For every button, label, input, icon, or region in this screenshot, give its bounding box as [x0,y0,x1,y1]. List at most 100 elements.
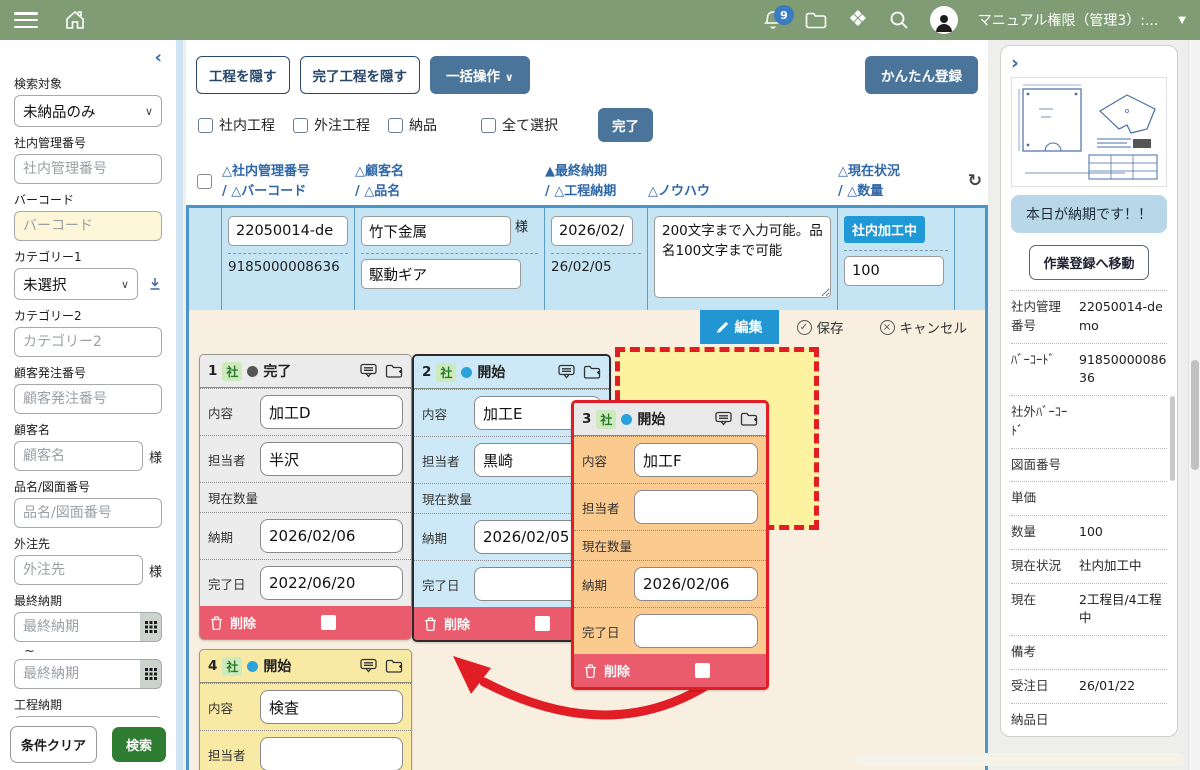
panel-collapse-icon[interactable]: › [1011,52,1019,74]
card-delete-checkbox[interactable] [321,615,336,630]
user-menu-caret-icon[interactable]: ▼ [1178,15,1186,26]
card-due-input[interactable] [260,519,403,553]
process-card-1[interactable]: 1 社 完了 内容 担当者 [199,354,412,640]
go-to-work-register-button[interactable]: 作業登録へ移動 [1029,245,1148,280]
column-header-status[interactable]: △現在状況/ △数量 [838,162,955,201]
final-due-to-input[interactable] [14,659,140,689]
card-staff-input[interactable] [260,442,403,476]
internal-no-label: 社内管理番号 [14,134,162,151]
card-content-input[interactable] [260,690,403,724]
order-detail-panel: › 本日が納期です！！ 作業登録へ移動 [1000,45,1178,737]
card-staff-input[interactable] [634,490,758,524]
outsource-label: 外注先 [14,535,162,552]
easy-register-button[interactable]: かんたん登録 [865,56,978,94]
folder-plus-icon[interactable] [583,364,601,380]
cancel-button[interactable]: × キャンセル [862,310,986,344]
row-action-strip: 編集 ✓ 保存 × キャンセル [189,310,985,344]
edit-knowhow-textarea[interactable]: 200文字まで入力可能。品名100文字まで可能 [654,216,831,298]
category1-select[interactable]: 未選択 ∨ [14,268,138,300]
bulk-action-button[interactable]: 一括操作 ∨ [430,56,530,94]
clear-conditions-button[interactable]: 条件クリア [10,726,97,763]
folder-plus-icon[interactable] [740,411,758,427]
notifications-bell-icon[interactable]: 9 [762,9,784,31]
internal-no-input[interactable] [14,154,162,184]
column-header-customer[interactable]: △顧客名/ △品名 [355,162,545,201]
edit-internal-no-input[interactable] [228,216,348,246]
table-header: △社内管理番号/ △バーコード △顧客名/ △品名 ▲最終納期/ △工程納期 △… [186,156,988,205]
chevron-down-icon: ∨ [145,105,153,118]
card-done-date-input[interactable] [260,566,403,600]
calendar-icon[interactable] [140,659,162,689]
page-scrollbar[interactable] [1188,40,1200,770]
search-icon[interactable] [888,9,910,31]
hide-process-button[interactable]: 工程を隠す [196,56,290,94]
edit-customer-input[interactable] [361,216,511,246]
filter-outsourced-checkbox[interactable]: 外注工程 [293,115,370,135]
card-due-input[interactable] [634,567,758,601]
drawing-thumbnail[interactable] [1011,77,1167,187]
detail-row-barcode: ﾊﾞｰｺｰﾄﾞ9185000008636 [1011,344,1167,397]
folder-plus-icon[interactable] [385,363,403,379]
dropbox-icon[interactable]: ❖ [848,9,868,31]
select-row-checkbox[interactable] [197,174,212,189]
page-scrollbar-thumb[interactable] [1191,360,1199,470]
hamburger-menu-icon[interactable] [14,12,38,28]
comment-icon[interactable] [360,363,377,379]
card-delete-bar[interactable]: 削除 [200,606,411,639]
sidebar-collapse-icon[interactable]: ‹ [155,47,162,68]
card-status-label: 開始 [637,409,665,429]
edit-row: 9185000008636 様 26/02/05 200文字まで入力可能。品名1… [189,208,985,310]
hide-completed-process-button[interactable]: 完了工程を隠す [300,56,421,94]
expand-more-icon[interactable] [148,277,162,291]
horizontal-scrollbar[interactable] [855,753,1185,766]
card-staff-input[interactable] [260,737,403,770]
edit-final-due-input[interactable] [551,216,633,246]
files-folder-icon[interactable] [804,9,828,31]
inhouse-badge: 社 [596,410,616,429]
check-circle-icon: ✓ [797,320,812,335]
select-all-checkbox[interactable]: 全て選択 [481,115,558,135]
category2-input[interactable] [14,327,162,357]
comment-icon[interactable] [715,411,732,427]
customer-order-input[interactable] [14,384,162,414]
search-target-select[interactable]: 未納品のみ ∨ [14,95,162,127]
card-delete-checkbox[interactable] [535,616,550,631]
save-button[interactable]: ✓ 保存 [779,310,862,344]
user-role-label: マニュアル権限（管理3）:... [978,10,1159,30]
process-card-4[interactable]: 4 社 開始 内容 担当者 [199,649,412,770]
comment-icon[interactable] [360,658,377,674]
complete-button[interactable]: 完了 [598,108,653,142]
search-button[interactable]: 検索 [112,727,166,762]
card-done-date-input[interactable] [634,614,758,648]
outsource-input[interactable] [14,555,143,585]
detail-row-unit-price: 単価 [1011,482,1167,516]
search-target-label: 検索対象 [14,75,162,92]
filter-delivery-checkbox[interactable]: 納品 [388,115,437,135]
column-header-internal-no[interactable]: △社内管理番号/ △バーコード [222,162,355,201]
panel-scrollbar-thumb[interactable] [1170,396,1175,481]
user-avatar[interactable] [930,6,958,34]
notification-count-badge: 9 [774,5,794,25]
card-delete-bar[interactable]: 削除 [574,654,766,687]
card-content-input[interactable] [260,395,403,429]
calendar-icon[interactable] [140,612,162,642]
item-name-input[interactable] [14,498,162,528]
column-header-knowhow[interactable]: △ノウハウ [648,162,838,201]
column-header-final-due[interactable]: ▲最終納期/ △工程納期 [545,162,648,201]
process-card-3-dragging[interactable]: 3 社 開始 内容 担当者 [571,400,769,690]
customer-name-input[interactable] [14,441,143,471]
edit-item-input[interactable] [361,259,521,289]
comment-icon[interactable] [558,364,575,380]
refresh-icon[interactable]: ↻ [968,169,982,195]
card-delete-checkbox[interactable] [695,663,710,678]
barcode-input[interactable] [14,211,162,241]
folder-plus-icon[interactable] [385,658,403,674]
edit-quantity-input[interactable] [844,256,944,286]
detail-row-drawing-no: 図面番号 [1011,449,1167,483]
filter-inhouse-checkbox[interactable]: 社内工程 [198,115,275,135]
inhouse-badge: 社 [222,362,242,381]
final-due-from-input[interactable] [14,612,140,642]
home-icon[interactable] [64,9,86,31]
edit-button[interactable]: 編集 [700,310,779,344]
card-content-input[interactable] [634,443,758,477]
